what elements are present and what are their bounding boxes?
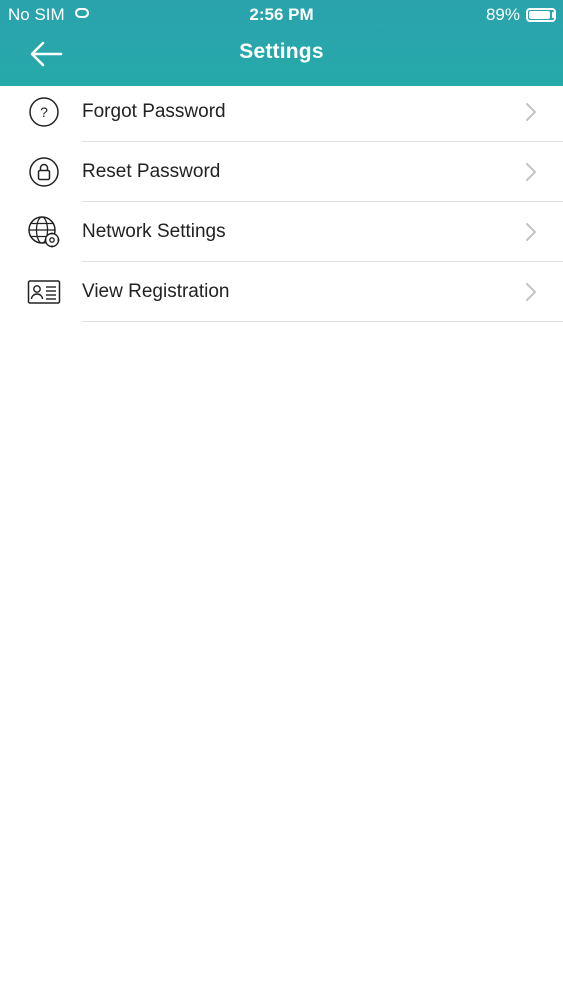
app-header: No SIM 2:56 PM 89% Settings — [0, 0, 563, 86]
battery-percent: 89% — [485, 5, 520, 24]
lock-circle-icon — [26, 154, 62, 190]
status-time: 2:56 PM — [249, 5, 314, 24]
menu-item-label: Network Settings — [82, 221, 226, 242]
battery-icon — [526, 8, 556, 22]
menu-item-label: Forgot Password — [82, 101, 226, 122]
menu-item-label: View Registration — [82, 281, 230, 302]
settings-menu: ? Forgot Password Reset Password Network… — [0, 82, 563, 322]
battery-body — [526, 8, 556, 22]
page-title: Settings — [239, 40, 324, 63]
chevron-right-icon — [523, 161, 539, 183]
menu-item-reset-password[interactable]: Reset Password — [0, 142, 563, 202]
menu-item-view-registration[interactable]: View Registration — [0, 262, 563, 322]
status-bar: No SIM 2:56 PM 89% — [0, 0, 563, 30]
nav-bar: Settings — [0, 30, 563, 86]
menu-item-label: Reset Password — [82, 161, 221, 182]
battery-fill — [529, 11, 551, 19]
globe-gear-icon — [26, 214, 62, 250]
chevron-right-icon — [523, 281, 539, 303]
chevron-right-icon — [523, 101, 539, 123]
menu-item-forgot-password[interactable]: ? Forgot Password — [0, 82, 563, 142]
status-right: 89% — [485, 5, 556, 25]
svg-text:?: ? — [40, 104, 48, 120]
chevron-right-icon — [523, 221, 539, 243]
question-circle-icon: ? — [26, 94, 62, 130]
id-card-icon — [26, 274, 62, 310]
menu-item-network-settings[interactable]: Network Settings — [0, 202, 563, 262]
divider — [82, 321, 563, 322]
